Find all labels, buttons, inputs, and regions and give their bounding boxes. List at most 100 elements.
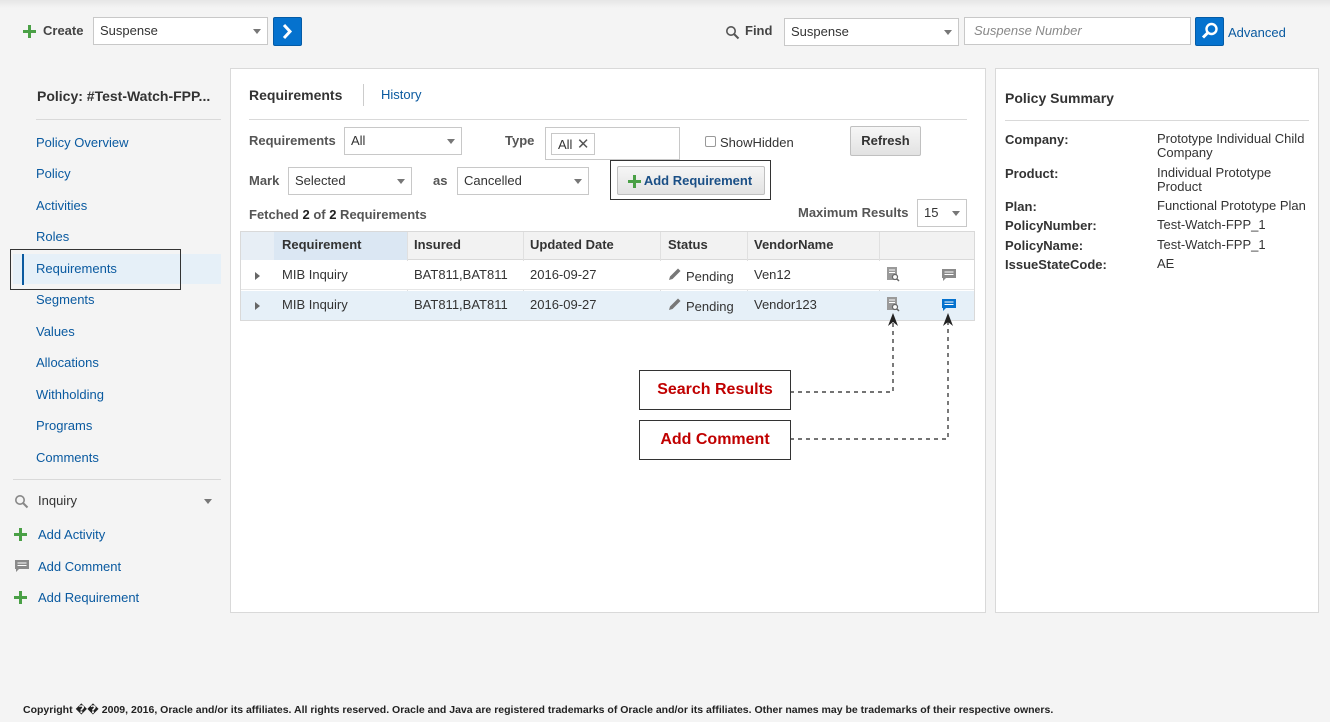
expand-row-chevron-right-icon[interactable] [255,272,260,280]
tab-history[interactable]: History [381,87,421,102]
column-header-insured[interactable]: Insured [414,232,461,260]
add-comment-icon[interactable] [941,268,957,282]
sidebar-item-allocations[interactable]: Allocations [36,355,99,370]
find-search-icon [726,26,740,40]
search-results-callout: Search Results [639,370,791,410]
row-updated-date: 2016-09-27 [530,297,597,312]
max-results-value: 15 [924,205,939,220]
summary-value-policy-name: Test-Watch-FPP_1 [1157,237,1266,252]
as-label: as [433,173,448,188]
sidebar-item-values[interactable]: Values [36,324,75,339]
pencil-icon [669,268,681,280]
find-type-value: Suspense [791,24,849,39]
chevron-right-icon [282,23,293,40]
inquiry-search-icon [15,495,29,509]
create-type-select[interactable]: Suspense [93,17,268,45]
summary-key-policy-number: PolicyNumber: [1005,218,1097,233]
max-results-label: Maximum Results [798,205,909,220]
refresh-button[interactable]: Refresh [850,126,921,156]
policy-title: Policy: #Test-Watch-FPP... [37,88,211,104]
show-hidden-label: ShowHidden [720,135,794,150]
inquiry-chevron-down-icon[interactable] [204,499,212,504]
suspense-number-input[interactable]: Suspense Number [964,17,1191,45]
row-insured: BAT811,BAT811 [414,297,508,312]
inquiry-label[interactable]: Inquiry [38,493,77,508]
summary-key-product: Product: [1005,166,1059,181]
add-requirement-button-label: Add Requirement [643,173,753,188]
summary-value-plan: Functional Prototype Plan [1157,198,1306,213]
type-filter-label: Type [505,133,535,148]
row-status: Pending [686,269,734,284]
row-vendor-name: Ven12 [754,267,791,282]
summary-value-product: Individual Prototype Product [1157,165,1272,194]
requirements-filter-value: All [351,133,366,148]
sidebar-item-policy-overview[interactable]: Policy Overview [36,135,128,150]
column-header-updated-date[interactable]: Updated Date [530,232,614,260]
sidebar-divider-top [36,119,221,120]
footer-copyright: Copyright �� 2009, 2016, Oracle and/or i… [23,704,1054,716]
type-filter-multiselect[interactable]: All ✕ [545,127,680,160]
summary-value-issue-state-code: AE [1157,256,1175,271]
as-status-value: Cancelled [464,173,522,188]
add-requirement-button[interactable]: Add Requirement [617,166,765,195]
pencil-icon [669,298,681,310]
chevron-down-icon [944,30,952,35]
create-label: Create [43,23,84,38]
sidebar-item-segments[interactable]: Segments [36,292,95,307]
find-type-select[interactable]: Suspense [784,18,959,46]
requirements-filter-select[interactable]: All [344,127,462,155]
advanced-search-link[interactable]: Advanced [1228,25,1286,40]
summary-key-issue-state-code: IssueStateCode: [1005,257,1107,272]
row-status: Pending [686,299,734,314]
tab-requirements[interactable]: Requirements [249,87,342,103]
mark-select[interactable]: Selected [288,167,412,195]
add-activity-link[interactable]: Add Activity [38,527,105,542]
column-header-vendor-name[interactable]: VendorName [754,232,833,260]
row-requirement: MIB Inquiry [282,267,348,282]
summary-key-policy-name: PolicyName: [1005,238,1084,253]
sidebar-item-programs[interactable]: Programs [36,418,92,433]
summary-value-policy-number: Test-Watch-FPP_1 [1157,217,1266,232]
expand-row-chevron-right-icon[interactable] [255,302,260,310]
add-requirement-link[interactable]: Add Requirement [38,590,139,605]
column-header-status[interactable]: Status [668,232,708,260]
chevron-down-icon [253,29,261,34]
search-icon [1201,22,1218,39]
create-plus-icon [23,25,36,38]
sidebar-item-comments[interactable]: Comments [36,450,99,465]
table-row[interactable] [241,261,974,290]
find-search-button[interactable] [1195,17,1224,46]
as-status-select[interactable]: Cancelled [457,167,589,195]
sidebar-item-policy[interactable]: Policy [36,166,71,181]
tab-underline [249,119,967,120]
fetched-prefix: Fetched [249,207,303,222]
max-results-select[interactable]: 15 [917,199,967,227]
find-label: Find [745,23,773,38]
fetched-of: of [309,207,330,222]
show-hidden-checkbox[interactable] [705,136,716,147]
summary-divider [1005,120,1309,121]
create-type-value: Suspense [100,23,158,38]
chevron-down-icon [447,139,455,144]
summary-key-plan: Plan: [1005,199,1037,214]
remove-token-close-icon[interactable]: ✕ [577,134,590,155]
search-results-icon[interactable] [886,266,900,282]
create-go-button[interactable] [273,17,302,46]
add-activity-plus-icon [14,528,27,541]
add-comment-callout: Add Comment [639,420,791,460]
fetched-count: 2 [302,207,310,222]
comment-icon [15,560,29,572]
sidebar-item-activities[interactable]: Activities [36,198,87,213]
sidebar-item-roles[interactable]: Roles [36,229,69,244]
sidebar-divider-bottom [13,479,221,480]
type-filter-token[interactable]: All ✕ [551,133,596,155]
suspense-number-placeholder: Suspense Number [974,23,1082,38]
summary-key-company: Company: [1005,132,1069,147]
add-requirement-plus-icon [14,591,27,604]
sidebar-item-withholding[interactable]: Withholding [36,387,104,402]
add-comment-link[interactable]: Add Comment [38,559,121,574]
fetched-suffix: Requirements [336,207,427,222]
column-header-requirement[interactable]: Requirement [282,232,361,260]
summary-value-company: Prototype Individual Child Company [1157,131,1305,160]
chevron-down-icon [574,179,582,184]
